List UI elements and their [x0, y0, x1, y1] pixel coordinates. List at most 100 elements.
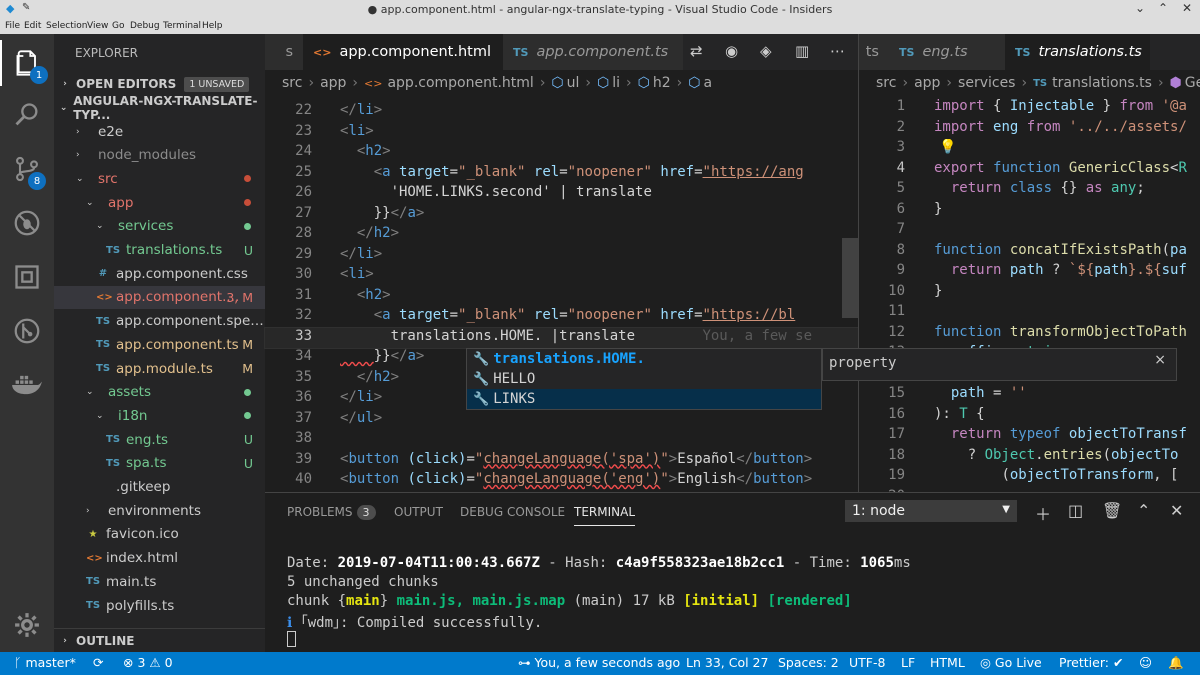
close-window-icon[interactable]: ✕	[1182, 1, 1192, 15]
indentation[interactable]: Spaces: 2	[778, 655, 839, 670]
tab-partial[interactable]: ts	[859, 34, 889, 70]
maximize-panel-icon[interactable]: ⌃	[1137, 501, 1150, 520]
menu-help[interactable]: Help	[202, 21, 223, 31]
tree-item[interactable]: TS app.module.ts M	[54, 357, 265, 380]
breadcrumb-file[interactable]: translations.ts	[1052, 75, 1152, 91]
breadcrumb-app[interactable]: app	[914, 75, 940, 91]
breadcrumb-a[interactable]: a	[704, 75, 713, 91]
docker-icon[interactable]	[0, 362, 54, 408]
close-details-icon[interactable]: ×	[1154, 352, 1166, 368]
tree-item[interactable]: TS app.component.spec.ts	[54, 310, 265, 333]
tab-output[interactable]: OUTPUT	[394, 505, 443, 519]
menu-file[interactable]: File	[5, 21, 20, 31]
code-line: 29 </li>	[295, 245, 383, 262]
tree-item[interactable]: <> app.component.... 3, M	[54, 285, 265, 309]
search-icon[interactable]	[0, 92, 54, 138]
breadcrumb-h2[interactable]: h2	[653, 75, 671, 91]
gitlens-icon[interactable]	[0, 308, 54, 354]
tree-item[interactable]: TS polyfills.ts	[54, 594, 265, 617]
close-panel-icon[interactable]: ✕	[1170, 501, 1183, 520]
split-terminal-icon[interactable]: ◫	[1068, 501, 1083, 520]
tree-item[interactable]: ⌄ assets	[54, 381, 265, 404]
trash-icon[interactable]: 🗑	[1102, 501, 1122, 520]
tab-terminal[interactable]: TERMINAL	[574, 505, 636, 526]
more-actions-icon[interactable]: ⋯	[830, 42, 845, 60]
tree-item[interactable]: TS app.component.ts M	[54, 333, 265, 356]
tree-item[interactable]: .gitkeep	[54, 476, 265, 499]
outline-section[interactable]: › OUTLINE	[54, 628, 265, 652]
tree-item[interactable]: # app.component.css	[54, 262, 265, 285]
tree-item[interactable]: ⌄ app	[54, 191, 265, 214]
tree-item[interactable]: TS main.ts	[54, 570, 265, 593]
tab-eng-ts[interactable]: TS eng.ts	[889, 34, 1005, 70]
breadcrumb-file[interactable]: app.component.html	[387, 75, 533, 91]
tree-item[interactable]: ★ favicon.ico	[54, 523, 265, 546]
debug-icon[interactable]	[0, 200, 54, 246]
open-editors-section[interactable]: › OPEN EDITORS 1 UNSAVED	[54, 72, 265, 96]
editor-scrollbar[interactable]	[842, 238, 858, 318]
encoding[interactable]: UTF-8	[849, 655, 885, 670]
tree-item[interactable]: ⌄ src	[54, 167, 265, 190]
tree-item[interactable]: TS spa.ts U	[54, 452, 265, 475]
tab-app-component-html[interactable]: <> app.component.html ●	[303, 34, 503, 70]
go-live-button[interactable]: ◎ Go Live	[980, 655, 1042, 670]
breadcrumb-app[interactable]: app	[320, 75, 346, 91]
terminal-select[interactable]: 1: node ▼	[845, 500, 1017, 522]
breadcrumb-src[interactable]: src	[876, 75, 896, 91]
tree-item[interactable]: TS translations.ts U	[54, 239, 265, 262]
tab-app-component-ts[interactable]: TS app.component.ts	[503, 34, 683, 70]
toggle-blame-icon[interactable]: ◉	[725, 42, 738, 60]
menu-terminal[interactable]: Terminal	[163, 21, 201, 31]
tab-partial[interactable]: s	[265, 34, 303, 70]
menu-go[interactable]: Go	[112, 21, 124, 31]
new-terminal-icon[interactable]: ＋	[1035, 501, 1051, 525]
menu-selection[interactable]: Selection	[46, 21, 87, 31]
end-of-line[interactable]: LF	[901, 655, 915, 670]
language-mode[interactable]: HTML	[930, 655, 965, 670]
settings-gear-icon[interactable]	[0, 602, 54, 648]
tree-item[interactable]: › environments	[54, 499, 265, 522]
tab-debug-console[interactable]: DEBUG CONSOLE	[460, 505, 565, 519]
open-changes-icon[interactable]: ⇄	[690, 42, 703, 60]
tab-problems[interactable]: PROBLEMS 3	[287, 505, 376, 520]
tree-item[interactable]: ⌄ services	[54, 215, 265, 238]
tree-item[interactable]: › node_modules	[54, 144, 265, 167]
tree-item-label: app.component.css	[116, 265, 248, 282]
tree-item[interactable]: › e2e	[54, 120, 265, 143]
feedback-smiley-icon[interactable]: ☺	[1139, 655, 1152, 670]
explorer-icon[interactable]: 1	[0, 40, 54, 86]
suggestion-item[interactable]: 🔧 translations.HOME.	[467, 349, 821, 369]
branch-indicator[interactable]: ᚴ master*	[14, 655, 76, 670]
code-line-current: 33 translations.HOME. |translate You, a …	[264, 326, 859, 349]
maximize-icon[interactable]: ⌃	[1158, 1, 1168, 15]
menu-view[interactable]: View	[87, 21, 108, 31]
breadcrumb-li[interactable]: li	[612, 75, 620, 91]
minimize-icon[interactable]: ⌄	[1135, 1, 1145, 15]
lightbulb-icon[interactable]: 💡	[939, 139, 956, 155]
suggestion-item[interactable]: 🔧 HELLO	[467, 369, 821, 389]
extensions-icon[interactable]	[0, 254, 54, 300]
notifications-bell-icon[interactable]: 🔔	[1168, 655, 1184, 671]
git-compare-icon[interactable]: ◈	[760, 42, 772, 60]
menu-debug[interactable]: Debug	[130, 21, 160, 31]
tab-translations-ts[interactable]: TS translations.ts ×	[1005, 34, 1150, 70]
terminal-line: chunk {main} main.js, main.js.map (main)…	[287, 593, 852, 609]
breadcrumb-ul[interactable]: ul	[567, 75, 580, 91]
project-section[interactable]: ⌄ ANGULAR-NGX-TRANSLATE-TYP...	[54, 94, 265, 122]
blame-indicator[interactable]: ⊶ You, a few seconds ago	[518, 655, 680, 670]
tree-item[interactable]: <> index.html	[54, 547, 265, 570]
cursor-position[interactable]: Ln 33, Col 27	[686, 655, 768, 670]
menu-edit[interactable]: Edit	[24, 21, 41, 31]
suggestion-item-selected[interactable]: 🔧 LINKS	[467, 389, 821, 409]
split-editor-icon[interactable]: ▥	[795, 42, 809, 60]
breadcrumb-services[interactable]: services	[958, 75, 1015, 91]
problems-indicator[interactable]: ⊗ 3 ⚠ 0	[123, 655, 173, 670]
sync-icon[interactable]: ⟳	[93, 655, 103, 670]
source-control-icon[interactable]: 8	[0, 146, 54, 192]
tree-item[interactable]: TS eng.ts U	[54, 428, 265, 451]
breadcrumb-src[interactable]: src	[282, 75, 302, 91]
breadcrumb-symbol[interactable]: Generic	[1185, 75, 1200, 91]
chevron-down-icon: ▼	[1002, 504, 1010, 515]
prettier-status[interactable]: Prettier: ✔	[1059, 655, 1123, 670]
tree-item[interactable]: ⌄ i18n	[54, 404, 265, 427]
